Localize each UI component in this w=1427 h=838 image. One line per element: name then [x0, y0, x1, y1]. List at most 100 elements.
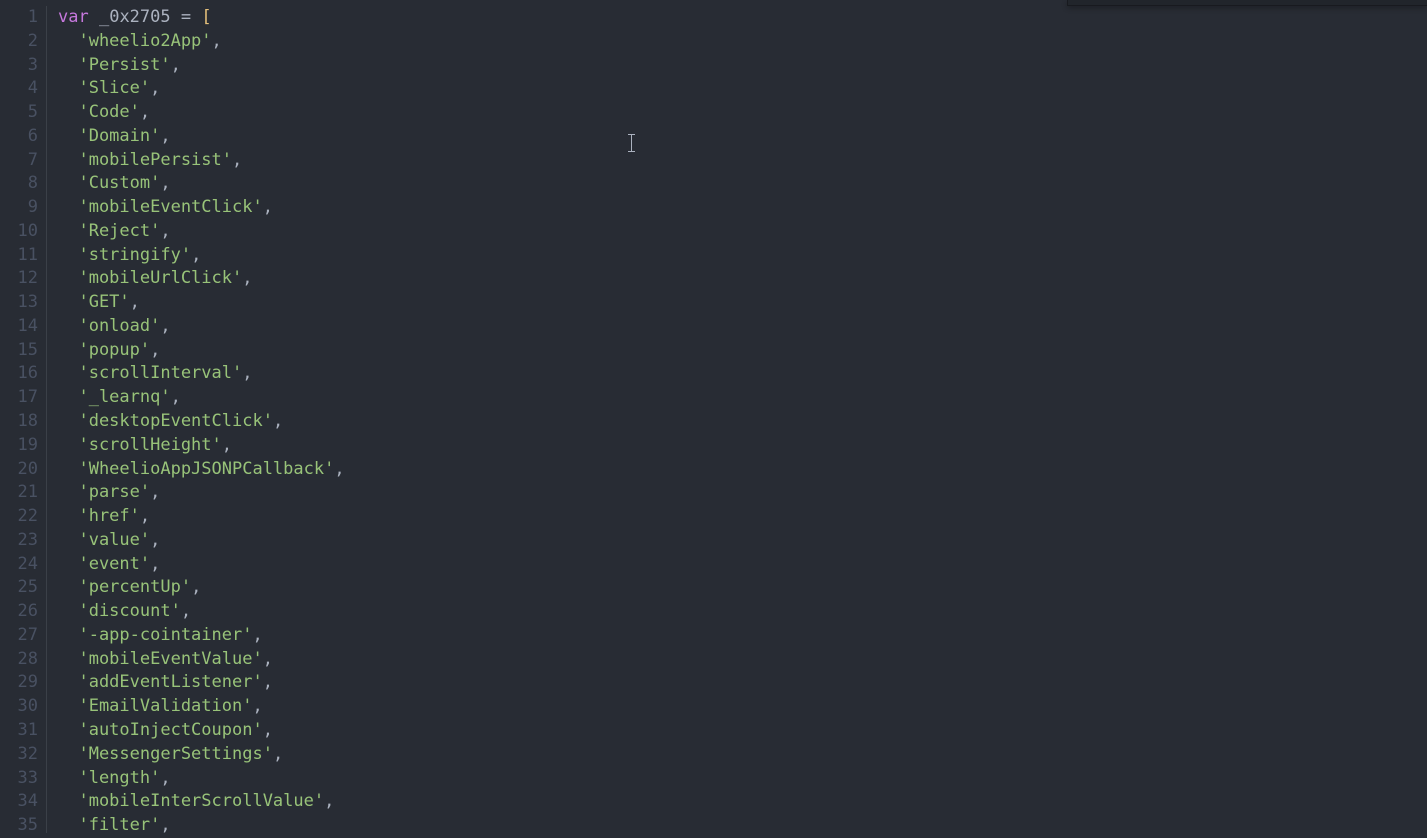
comma: ,	[252, 625, 262, 645]
comma: ,	[263, 720, 273, 740]
line-number: 29	[0, 671, 38, 695]
code-line[interactable]: 'autoInjectCoupon',	[58, 719, 1427, 743]
code-line[interactable]: 'percentUp',	[58, 576, 1427, 600]
code-line[interactable]: 'mobileUrlClick',	[58, 267, 1427, 291]
code-content[interactable]: var _0x2705 = ['wheelio2App','Persist','…	[50, 0, 1427, 833]
comma: ,	[252, 696, 262, 716]
code-line[interactable]: var _0x2705 = [	[58, 6, 1427, 30]
string-literal: 'mobileEventClick'	[78, 197, 262, 217]
bracket-open: [	[201, 7, 211, 27]
line-number: 31	[0, 719, 38, 743]
comma: ,	[160, 815, 170, 835]
comma: ,	[191, 245, 201, 265]
code-line[interactable]: 'stringify',	[58, 244, 1427, 268]
string-literal: 'addEventListener'	[78, 672, 262, 692]
string-literal: 'Slice'	[78, 78, 150, 98]
string-literal: 'WheelioAppJSONPCallback'	[78, 459, 334, 479]
code-line[interactable]: 'scrollHeight',	[58, 434, 1427, 458]
comma: ,	[273, 411, 283, 431]
code-line[interactable]: 'event',	[58, 553, 1427, 577]
comma: ,	[160, 126, 170, 146]
collapsed-find-panel[interactable]	[1067, 0, 1427, 6]
code-line[interactable]: 'onload',	[58, 315, 1427, 339]
comma: ,	[160, 173, 170, 193]
code-line[interactable]: 'Domain',	[58, 125, 1427, 149]
comma: ,	[160, 316, 170, 336]
comma: ,	[263, 197, 273, 217]
code-line[interactable]: 'value',	[58, 529, 1427, 553]
code-line[interactable]: 'scrollInterval',	[58, 362, 1427, 386]
line-number: 25	[0, 576, 38, 600]
line-number: 32	[0, 743, 38, 767]
comma: ,	[191, 577, 201, 597]
code-line[interactable]: 'parse',	[58, 481, 1427, 505]
code-line[interactable]: 'mobilePersist',	[58, 149, 1427, 173]
code-line[interactable]: 'GET',	[58, 291, 1427, 315]
code-line[interactable]: 'Custom',	[58, 172, 1427, 196]
line-number: 8	[0, 172, 38, 196]
line-number: 14	[0, 315, 38, 339]
code-editor[interactable]: 1234567891011121314151617181920212223242…	[0, 0, 1427, 833]
comma: ,	[324, 791, 334, 811]
comma: ,	[150, 482, 160, 502]
code-line[interactable]: 'Code',	[58, 101, 1427, 125]
line-number: 1	[0, 6, 38, 30]
comma: ,	[242, 363, 252, 383]
string-literal: 'stringify'	[78, 245, 191, 265]
code-line[interactable]: 'MessengerSettings',	[58, 743, 1427, 767]
string-literal: 'popup'	[78, 340, 150, 360]
line-number: 6	[0, 125, 38, 149]
code-line[interactable]: 'Reject',	[58, 220, 1427, 244]
comma: ,	[140, 506, 150, 526]
comma: ,	[334, 459, 344, 479]
comma: ,	[160, 768, 170, 788]
string-literal: 'Custom'	[78, 173, 160, 193]
string-literal: 'GET'	[78, 292, 129, 312]
line-number: 21	[0, 481, 38, 505]
line-number: 12	[0, 267, 38, 291]
code-line[interactable]: 'popup',	[58, 339, 1427, 363]
text-cursor-icon	[631, 134, 632, 152]
comma: ,	[171, 387, 181, 407]
string-literal: 'mobileInterScrollValue'	[78, 791, 324, 811]
line-number: 27	[0, 624, 38, 648]
code-line[interactable]: '_learnq',	[58, 386, 1427, 410]
string-literal: 'mobileEventValue'	[78, 649, 262, 669]
line-number: 9	[0, 196, 38, 220]
string-literal: 'desktopEventClick'	[78, 411, 272, 431]
code-line[interactable]: 'wheelio2App',	[58, 30, 1427, 54]
code-line[interactable]: '-app-cointainer',	[58, 624, 1427, 648]
code-line[interactable]: 'length',	[58, 767, 1427, 791]
comma: ,	[160, 221, 170, 241]
code-line[interactable]: 'mobileEventClick',	[58, 196, 1427, 220]
code-line[interactable]: 'EmailValidation',	[58, 695, 1427, 719]
keyword-var: var	[58, 7, 89, 27]
code-line[interactable]: 'addEventListener',	[58, 671, 1427, 695]
string-literal: 'parse'	[78, 482, 150, 502]
comma: ,	[242, 268, 252, 288]
code-line[interactable]: 'Persist',	[58, 54, 1427, 78]
code-line[interactable]: 'mobileInterScrollValue',	[58, 790, 1427, 814]
code-line[interactable]: 'mobileEventValue',	[58, 648, 1427, 672]
string-literal: 'discount'	[78, 601, 180, 621]
fold-indent-guide	[46, 0, 50, 833]
comma: ,	[212, 31, 222, 51]
string-literal: 'onload'	[78, 316, 160, 336]
code-line[interactable]: 'filter',	[58, 814, 1427, 838]
code-line[interactable]: 'discount',	[58, 600, 1427, 624]
line-number: 3	[0, 54, 38, 78]
code-line[interactable]: 'Slice',	[58, 77, 1427, 101]
code-line[interactable]: 'desktopEventClick',	[58, 410, 1427, 434]
string-literal: 'EmailValidation'	[78, 696, 252, 716]
comma: ,	[232, 150, 242, 170]
code-line[interactable]: 'href',	[58, 505, 1427, 529]
line-number: 13	[0, 291, 38, 315]
string-literal: 'mobilePersist'	[78, 150, 232, 170]
comma: ,	[273, 744, 283, 764]
line-number: 20	[0, 458, 38, 482]
string-literal: 'Code'	[78, 102, 139, 122]
string-literal: 'wheelio2App'	[78, 31, 211, 51]
code-line[interactable]: 'WheelioAppJSONPCallback',	[58, 458, 1427, 482]
line-number-gutter[interactable]: 1234567891011121314151617181920212223242…	[0, 0, 46, 833]
string-literal: 'mobileUrlClick'	[78, 268, 242, 288]
